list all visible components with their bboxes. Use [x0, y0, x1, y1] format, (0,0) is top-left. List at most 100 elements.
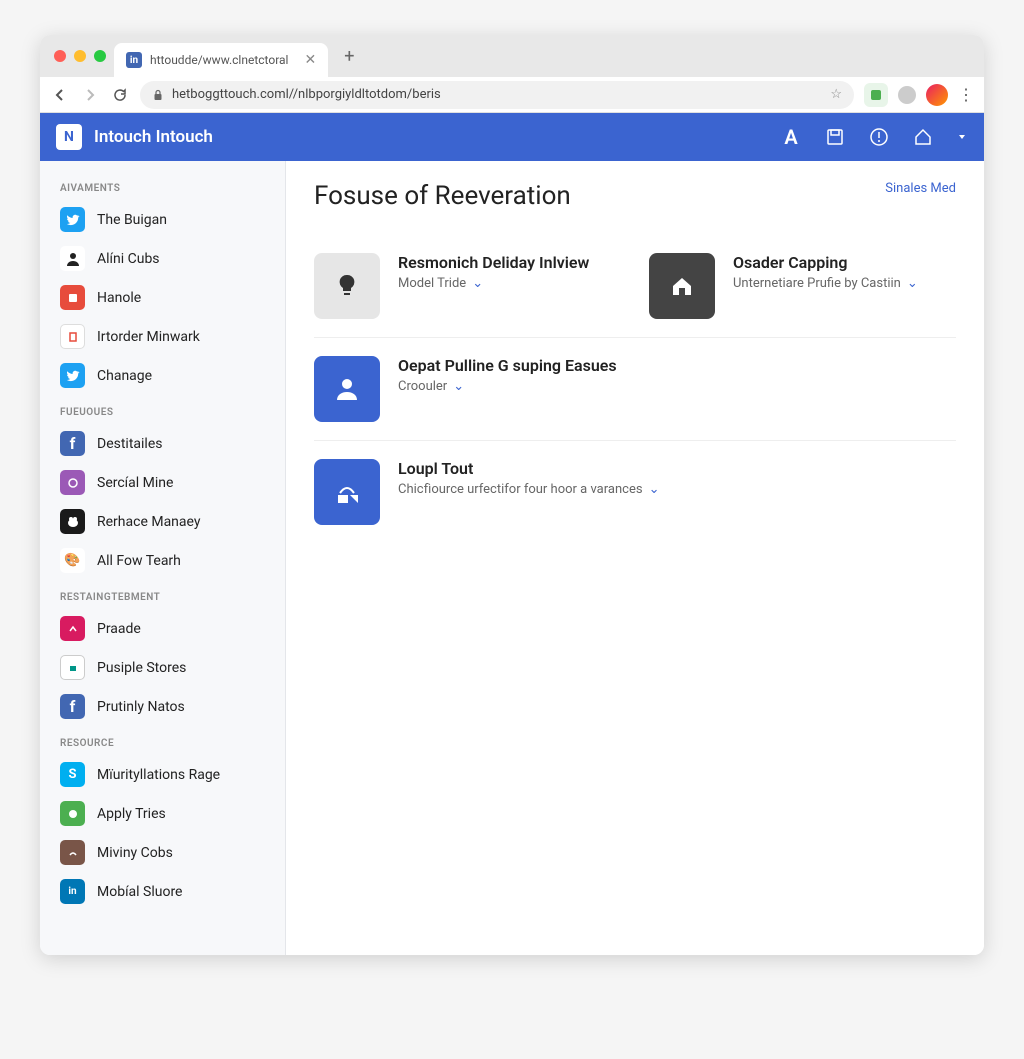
- sidebar-item-label: Alíni Cubs: [97, 251, 160, 267]
- sidebar-item-chanage[interactable]: Chanage: [40, 356, 285, 395]
- card-osader[interactable]: Osader Capping Unternetiare Prufie by Ca…: [649, 253, 956, 319]
- card-title: Loupl Tout: [398, 459, 659, 478]
- app-header: N Intouch Intouch A: [40, 113, 984, 161]
- sidebar-item-label: Pusiple Stores: [97, 660, 186, 676]
- browser-toolbar: hetboggttouch.coml//nlbporgiyldltotdom/b…: [40, 77, 984, 113]
- sidebar-item-label: Rerhace Manaey: [97, 514, 201, 530]
- traffic-lights: [48, 50, 106, 62]
- sidebar-item-irtorder-minwark[interactable]: Irtorder Minwark: [40, 317, 285, 356]
- presentation-icon: [314, 459, 380, 525]
- url-text: hetboggttouch.coml//nlbporgiyldltotdom/b…: [172, 87, 441, 102]
- tab-favicon: in: [126, 52, 142, 68]
- sidebar-item-destitailes[interactable]: f Destitailes: [40, 424, 285, 463]
- toolbar-right: ⋮: [864, 83, 974, 107]
- lightbulb-icon: [314, 253, 380, 319]
- app-icon: [60, 616, 85, 641]
- lock-icon: [152, 89, 164, 101]
- app-icon: [60, 324, 85, 349]
- card-row: Resmonich Deliday Inlview Model Tride ⌄ …: [314, 235, 956, 338]
- app-icon: [60, 801, 85, 826]
- linkedin-icon: in: [60, 879, 85, 904]
- sidebar-item-rerhace-manaey[interactable]: Rerhace Manaey: [40, 502, 285, 541]
- sidebar-section-title: RESOURCE: [40, 726, 285, 755]
- app-icon: [60, 285, 85, 310]
- back-button[interactable]: [50, 85, 70, 105]
- star-icon[interactable]: ☆: [830, 87, 842, 102]
- twitter-icon: [60, 363, 85, 388]
- sidebar: AIVAMENTS The Buigan Alíni Cubs Hanole I…: [40, 161, 286, 955]
- sidebar-item-label: The Buigan: [97, 212, 167, 228]
- card-row: Oepat Pulline G suping Easues Croouler ⌄: [314, 338, 956, 441]
- extension-icon[interactable]: [864, 83, 888, 107]
- chevron-down-icon[interactable]: ⌄: [453, 379, 464, 394]
- home-icon[interactable]: [912, 126, 934, 148]
- browser-menu-button[interactable]: ⋮: [958, 85, 974, 104]
- home-icon: [649, 253, 715, 319]
- card-resmonich[interactable]: Resmonich Deliday Inlview Model Tride ⌄: [314, 253, 621, 319]
- card-title: Oepat Pulline G suping Easues: [398, 356, 617, 375]
- chevron-down-icon[interactable]: ⌄: [907, 276, 918, 291]
- main-header: Fosuse of Reeveration Sinales Med: [314, 181, 956, 211]
- close-tab-button[interactable]: ✕: [304, 52, 316, 68]
- tab-title: httoudde/www.clnetctoral: [150, 53, 288, 67]
- card-subtitle: Unternetiare Prufie by Castiin ⌄: [733, 276, 918, 291]
- app-icon: [60, 509, 85, 534]
- header-link[interactable]: Sinales Med: [885, 181, 956, 196]
- sidebar-item-mobial-sluore[interactable]: in Mobíal Sluore: [40, 872, 285, 911]
- sidebar-item-label: Destitailes: [97, 436, 162, 452]
- sidebar-item-alini-cubs[interactable]: Alíni Cubs: [40, 239, 285, 278]
- sidebar-item-label: Mïurityllations Rage: [97, 767, 220, 783]
- sidebar-item-miurityllations-rage[interactable]: S Mïurityllations Rage: [40, 755, 285, 794]
- forward-button[interactable]: [80, 85, 100, 105]
- save-icon[interactable]: [824, 126, 846, 148]
- user-icon: [314, 356, 380, 422]
- palette-icon: 🎨: [60, 548, 85, 573]
- minimize-window-button[interactable]: [74, 50, 86, 62]
- sidebar-item-sercial-mine[interactable]: Sercíal Mine: [40, 463, 285, 502]
- sidebar-item-label: Irtorder Minwark: [97, 329, 200, 345]
- facebook-icon: f: [60, 431, 85, 456]
- sidebar-item-label: Sercíal Mine: [97, 475, 173, 491]
- sidebar-item-the-buigan[interactable]: The Buigan: [40, 200, 285, 239]
- sidebar-item-label: Mobíal Sluore: [97, 884, 182, 900]
- sidebar-item-pusiple-stores[interactable]: Pusiple Stores: [40, 648, 285, 687]
- sidebar-item-miviny-cobs[interactable]: Miviny Cobs: [40, 833, 285, 872]
- browser-tab[interactable]: in httoudde/www.clnetctoral ✕: [114, 43, 328, 77]
- text-icon[interactable]: A: [780, 126, 802, 148]
- sidebar-item-label: Praade: [97, 621, 141, 637]
- sidebar-section-title: AIVAMENTS: [40, 171, 285, 200]
- person-icon: [60, 246, 85, 271]
- sidebar-item-hanole[interactable]: Hanole: [40, 278, 285, 317]
- sidebar-item-praade[interactable]: Praade: [40, 609, 285, 648]
- close-window-button[interactable]: [54, 50, 66, 62]
- card-subtitle: Chicfìource urfectifor four hoor a varan…: [398, 482, 659, 497]
- dropdown-icon[interactable]: [956, 126, 968, 148]
- app-title: Intouch Intouch: [94, 127, 213, 147]
- twitter-icon: [60, 207, 85, 232]
- sidebar-item-label: All Fow Tearh: [97, 553, 181, 569]
- sidebar-item-label: Hanole: [97, 290, 141, 306]
- new-tab-button[interactable]: +: [336, 46, 362, 67]
- sidebar-section-title: FUEUOUES: [40, 395, 285, 424]
- chevron-down-icon[interactable]: ⌄: [472, 276, 483, 291]
- app-icon: [60, 470, 85, 495]
- browser-window: in httoudde/www.clnetctoral ✕ + hetboggt…: [40, 35, 984, 955]
- card-loupl[interactable]: Loupl Tout Chicfìource urfectifor four h…: [314, 459, 956, 525]
- sidebar-item-prutinly-natos[interactable]: f Prutinly Natos: [40, 687, 285, 726]
- maximize-window-button[interactable]: [94, 50, 106, 62]
- sidebar-item-apply-tries[interactable]: Apply Tries: [40, 794, 285, 833]
- main-content: Fosuse of Reeveration Sinales Med Resmon…: [286, 161, 984, 955]
- profile-avatar[interactable]: [926, 84, 948, 106]
- chevron-down-icon[interactable]: ⌄: [649, 482, 660, 497]
- card-subtitle: Model Tride ⌄: [398, 276, 589, 291]
- page-title: Fosuse of Reeveration: [314, 181, 571, 211]
- card-oepat[interactable]: Oepat Pulline G suping Easues Croouler ⌄: [314, 356, 956, 422]
- sidebar-item-label: Miviny Cobs: [97, 845, 173, 861]
- alert-icon[interactable]: [868, 126, 890, 148]
- app-logo[interactable]: N: [56, 124, 82, 150]
- sidebar-section-title: RESTAINGTEBMENT: [40, 580, 285, 609]
- reload-button[interactable]: [110, 85, 130, 105]
- extension-icon-2[interactable]: [898, 86, 916, 104]
- address-bar[interactable]: hetboggttouch.coml//nlbporgiyldltotdom/b…: [140, 81, 854, 109]
- sidebar-item-all-fow-tearh[interactable]: 🎨 All Fow Tearh: [40, 541, 285, 580]
